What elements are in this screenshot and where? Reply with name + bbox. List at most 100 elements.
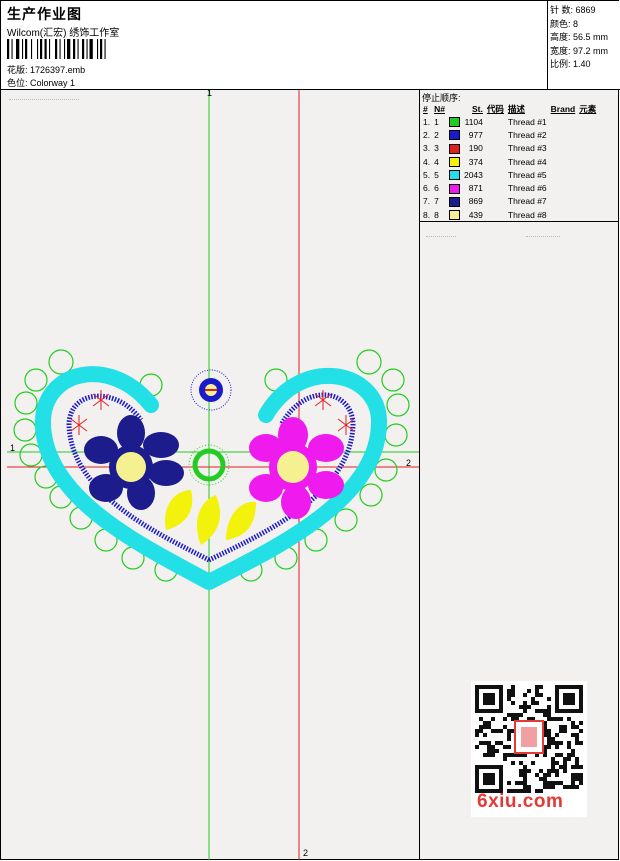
row-code — [485, 142, 506, 155]
colorway-line: 色位: Colorway 1 — [7, 76, 75, 89]
row-index: 3. — [423, 143, 431, 154]
row-stitches: 439 — [468, 209, 483, 220]
row-element — [577, 181, 598, 194]
thread-row: 6. 6 871 Thread #6 — [421, 181, 598, 194]
row-code — [485, 115, 506, 128]
thread-row: 1. 1 1104 Thread #1 — [421, 115, 598, 128]
row-swatch — [447, 142, 462, 155]
row-element — [577, 195, 598, 208]
barcode — [7, 39, 106, 59]
axis-label-h1: 1 — [10, 443, 16, 453]
stat-colors: 颜色: 8 — [550, 18, 579, 29]
row-index: 5. — [423, 169, 431, 180]
colorway-value: Colorway 1 — [30, 78, 76, 88]
row-desc: Thread #5 — [507, 169, 547, 180]
stat-height: 高度: 56.5 mm — [550, 32, 609, 42]
thread-row: 8. 8 439 Thread #8 — [421, 208, 598, 221]
col-n: N# — [434, 103, 445, 114]
col-index: # — [423, 103, 428, 114]
row-index: 8. — [423, 209, 431, 220]
row-element — [577, 142, 598, 155]
row-desc: Thread #6 — [507, 183, 547, 194]
row-desc: Thread #2 — [507, 129, 547, 140]
row-n: 5 — [434, 169, 439, 180]
magenta-flower-center — [277, 451, 309, 483]
row-desc: Thread #1 — [507, 116, 547, 127]
row-element — [577, 115, 598, 128]
col-brand: Brand — [550, 103, 576, 114]
row-brand — [549, 195, 578, 208]
row-stitches: 977 — [468, 129, 483, 140]
qr-code-image — [471, 681, 587, 797]
color-swatch — [448, 117, 460, 128]
stat-width: 宽度: 97.2 mm — [550, 45, 609, 56]
row-desc: Thread #7 — [507, 196, 547, 207]
row-index: 1. — [423, 116, 431, 127]
color-swatch — [448, 156, 460, 167]
row-n: 8 — [434, 209, 439, 220]
colorway-label: 色位: — [7, 78, 28, 88]
row-desc: Thread #8 — [507, 209, 547, 220]
row-brand — [549, 115, 578, 128]
row-n: 7 — [434, 196, 439, 207]
thread-row: 5. 5 2043 Thread #5 — [421, 168, 598, 181]
yellow-leaves — [165, 490, 256, 545]
sheet-title: 生产作业图 — [7, 6, 82, 22]
panel-divider — [420, 221, 619, 222]
color-swatch — [448, 143, 460, 154]
thread-row: 7. 7 869 Thread #7 — [421, 195, 598, 208]
row-brand — [549, 142, 578, 155]
row-code — [485, 128, 506, 141]
col-desc: 描述 — [507, 103, 525, 114]
design-stats: 针 数: 6869 颜色: 8 高度: 56.5 mm 宽度: 97.2 mm … — [550, 4, 608, 72]
row-n: 3 — [434, 143, 439, 154]
col-element: 元素 — [579, 103, 597, 114]
col-code: 代码 — [486, 103, 504, 114]
pattern-value: 1726397.emb — [30, 65, 86, 75]
row-element — [577, 155, 598, 168]
row-swatch — [447, 195, 462, 208]
watermark-text: 6xiu.com — [477, 791, 564, 812]
row-desc: Thread #3 — [507, 143, 547, 154]
thread-table-header: # N# St. 代码 描述 Brand 元素 — [421, 102, 598, 115]
navy-flower-center — [116, 452, 146, 482]
row-index: 7. — [423, 196, 431, 207]
pattern-label: 花版: — [7, 65, 28, 75]
company-name: Wilcom(汇宏) 绣饰工作室 — [7, 28, 120, 39]
axis-label-v1: 1 — [207, 88, 213, 98]
col-st: St. — [472, 103, 483, 114]
row-element — [577, 128, 598, 141]
row-desc: Thread #4 — [507, 156, 547, 167]
row-code — [485, 181, 506, 194]
blue-burst — [190, 369, 232, 411]
row-code — [485, 195, 506, 208]
row-swatch — [447, 168, 462, 181]
thread-row: 3. 3 190 Thread #3 — [421, 142, 598, 155]
design-canvas: 1 2 1 2 — [1, 88, 420, 860]
sheet-header: 生产作业图 Wilcom(汇宏) 绣饰工作室 花版: 1726397.emb 色… — [1, 1, 620, 90]
thread-row: 2. 2 977 Thread #2 — [421, 128, 598, 141]
color-swatch — [448, 183, 460, 194]
row-swatch — [447, 155, 462, 168]
row-stitches: 1104 — [464, 116, 483, 127]
stat-scale: 比例: 1.40 — [550, 59, 591, 69]
embroidery-preview — [7, 90, 419, 860]
col-swatch — [447, 102, 462, 115]
row-index: 6. — [423, 183, 431, 194]
row-code — [485, 208, 506, 221]
row-code — [485, 168, 506, 181]
row-n: 4 — [434, 156, 439, 167]
row-brand — [549, 155, 578, 168]
row-brand — [549, 208, 578, 221]
row-element — [577, 168, 598, 181]
row-swatch — [447, 181, 462, 194]
row-index: 2. — [423, 129, 431, 140]
color-swatch — [448, 196, 460, 207]
stat-stitches: 针 数: 6869 — [550, 5, 596, 15]
header-info: 生产作业图 Wilcom(汇宏) 绣饰工作室 花版: 1726397.emb 色… — [1, 1, 548, 89]
row-index: 4. — [423, 156, 431, 167]
row-code — [485, 155, 506, 168]
row-element — [577, 208, 598, 221]
row-brand — [549, 168, 578, 181]
color-swatch — [448, 130, 460, 141]
